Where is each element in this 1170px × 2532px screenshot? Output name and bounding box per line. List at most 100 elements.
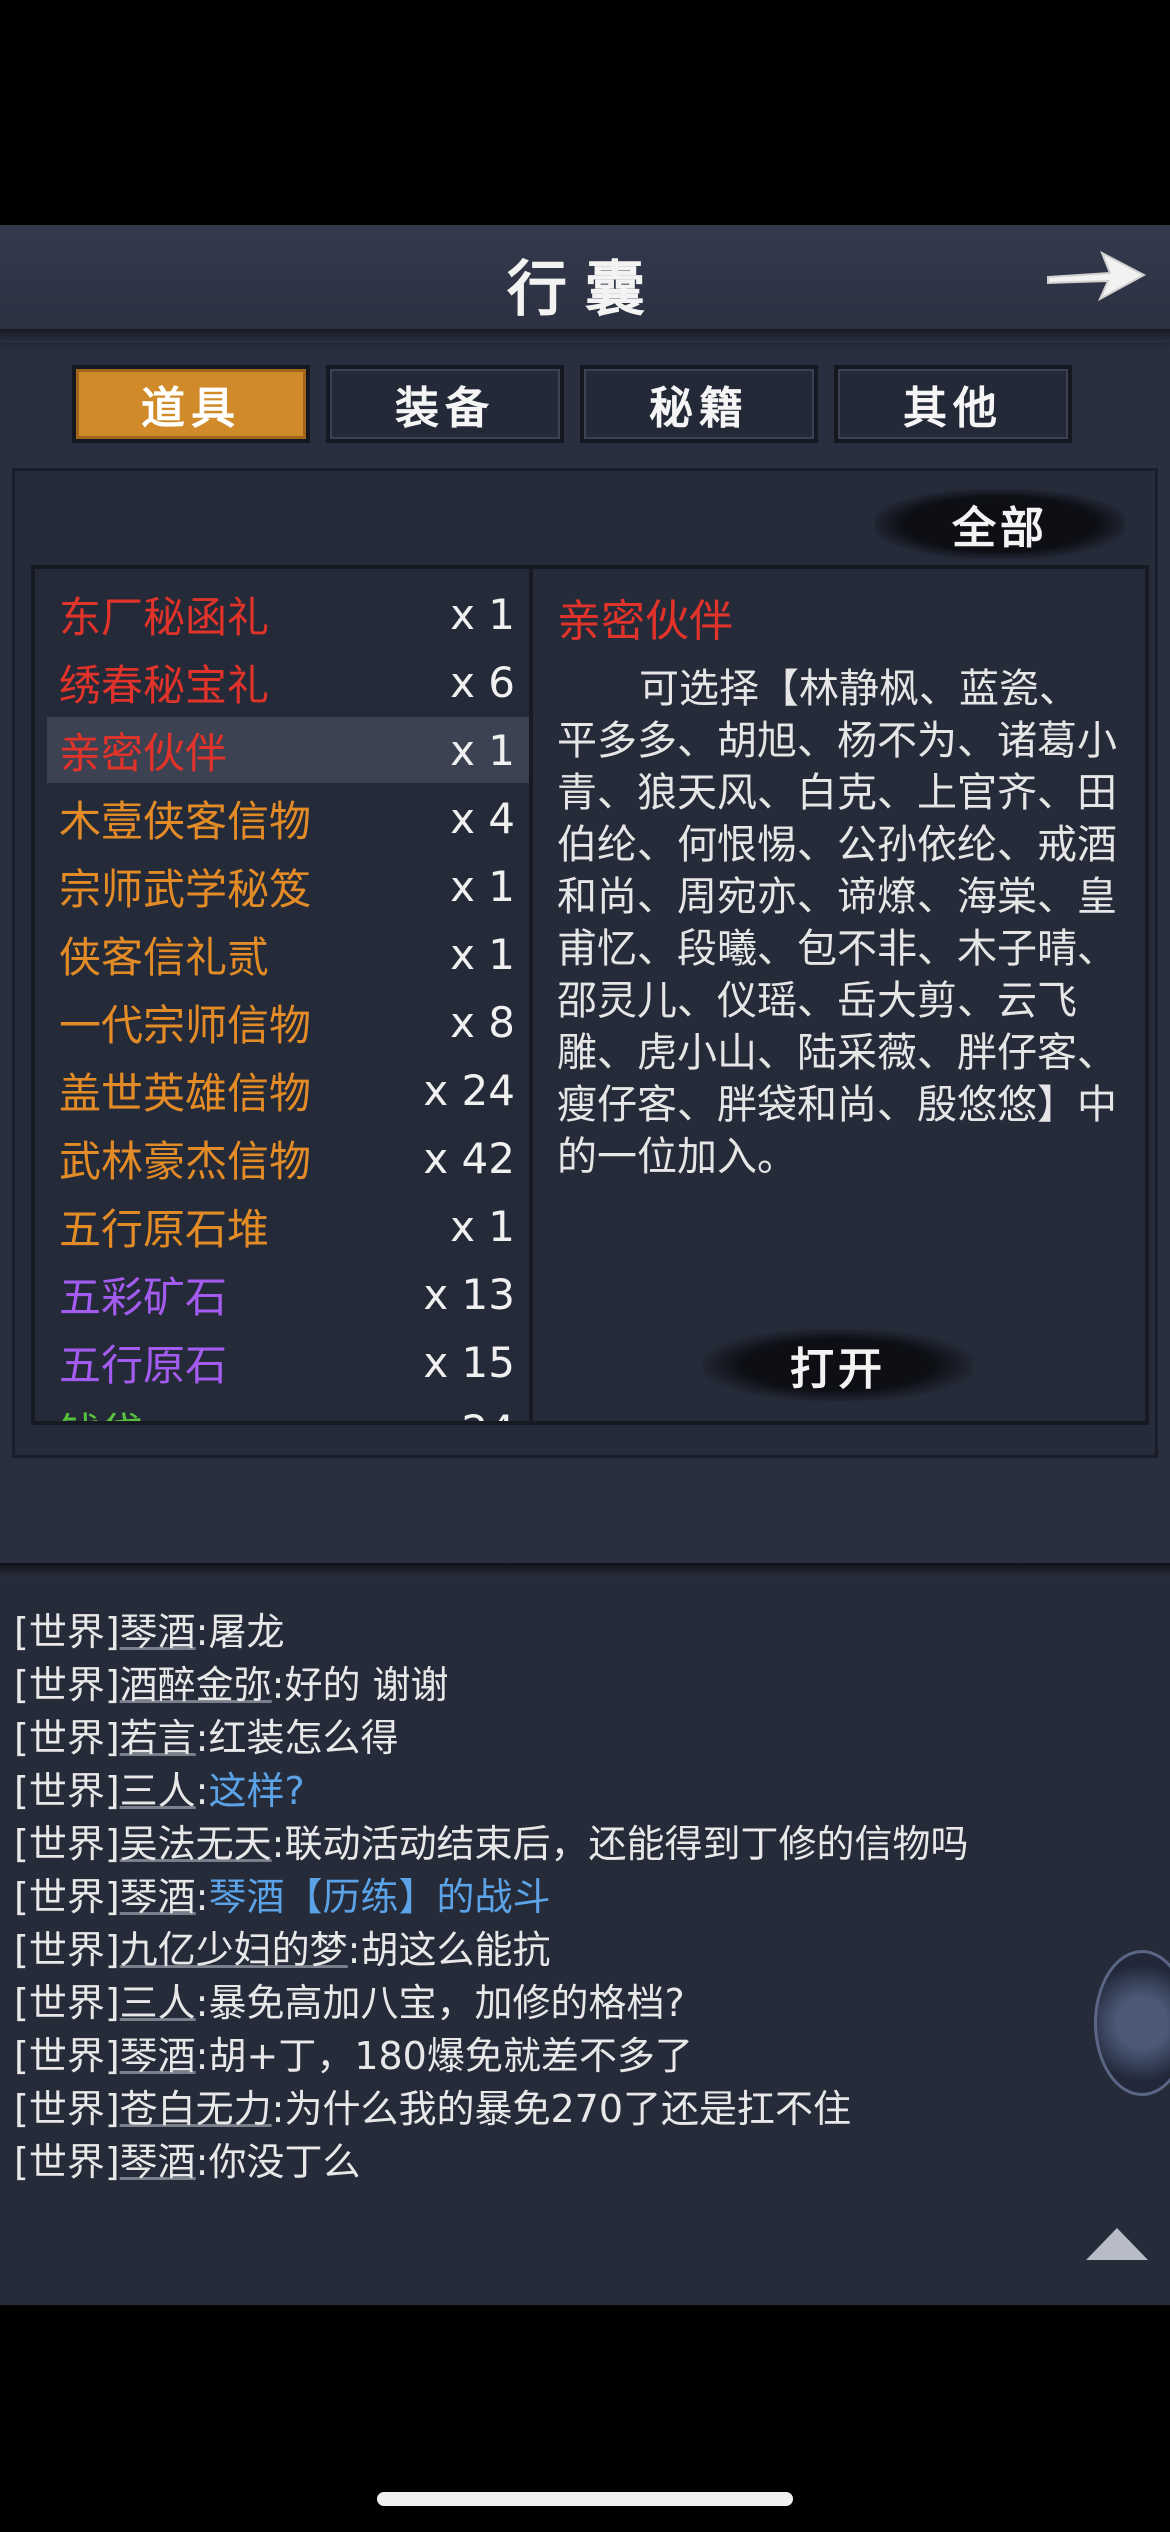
chat-message[interactable]: [世界]若言:红装怎么得 <box>14 1707 399 1760</box>
chat-text: : <box>195 1769 209 1813</box>
chat-sender[interactable]: 琴酒 <box>120 1875 196 1919</box>
chat-channel: [世界] <box>14 1822 120 1866</box>
chat-panel[interactable]: [世界]琴酒:屠龙 [世界]酒醉金弥:好的 谢谢 [世界]若言:红装怎么得 [世界]三… <box>0 1577 1170 2305</box>
list-item[interactable]: 五行原石 x 15 <box>47 1329 529 1395</box>
triangle-up-icon[interactable] <box>1082 2224 1152 2264</box>
item-count: x 1 <box>450 1201 515 1251</box>
item-name: 东厂秘函礼 <box>59 592 270 642</box>
inventory-screen: 行囊 道具 装备 秘籍 其他 全部 东厂秘函礼 x 1 绣春秘宝礼 x 6 亲密… <box>0 225 1170 2305</box>
chat-channel: [世界] <box>14 1663 120 1707</box>
item-count: x 4 <box>450 793 515 843</box>
chat-sender[interactable]: 苍白无力 <box>120 2087 272 2131</box>
chat-message[interactable]: [世界]九亿少妇的梦:胡这么能抗 <box>14 1919 551 1972</box>
list-item[interactable]: 东厂秘函礼 x 1 <box>47 581 529 647</box>
chat-text: : <box>195 1875 209 1919</box>
page-title: 行囊 <box>507 255 663 325</box>
header-divider <box>0 329 1170 343</box>
list-item[interactable]: 盖世英雄信物 x 24 <box>47 1057 529 1123</box>
list-item[interactable]: 宗师武学秘笈 x 1 <box>47 853 529 919</box>
chat-message[interactable]: [世界]琴酒:琴酒【历练】的战斗 <box>14 1866 551 1919</box>
chat-text: :暴免高加八宝，加修的格档? <box>195 1981 685 2025</box>
list-item-selected[interactable]: 亲密伙伴 x 1 <box>47 717 529 783</box>
item-count: x 8 <box>450 997 515 1047</box>
item-count: x 15 <box>423 1337 515 1387</box>
chat-sender[interactable]: 三人 <box>120 1981 196 2025</box>
list-item[interactable]: 五彩矿石 x 13 <box>47 1261 529 1327</box>
item-name: 武林豪杰信物 <box>59 1136 312 1186</box>
chat-channel: [世界] <box>14 1981 120 2025</box>
chat-message[interactable]: [世界]三人:暴免高加八宝，加修的格档? <box>14 1972 685 2025</box>
detail-description: 可选择【林静枫、蓝瓷、平多多、胡旭、杨不为、诸葛小青、狼天风、白克、上官齐、田伯… <box>557 666 1117 1180</box>
arrow-right-icon[interactable] <box>1040 239 1150 309</box>
list-item[interactable]: 五行原石堆 x 1 <box>47 1193 529 1259</box>
tab-equipment[interactable]: 装备 <box>326 365 564 443</box>
chat-sender[interactable]: 琴酒 <box>120 2140 196 2184</box>
list-item[interactable]: 钱袋 x 24 <box>47 1397 529 1422</box>
chat-text: :好的 谢谢 <box>271 1663 449 1707</box>
chat-text: :胡+丁，180爆免就差不多了 <box>195 2034 693 2078</box>
chat-message[interactable]: [世界]琴酒:你没丁么 <box>14 2131 361 2184</box>
tab-items[interactable]: 道具 <box>72 365 310 443</box>
chat-sender[interactable]: 吴法无天 <box>120 1822 272 1866</box>
item-name: 盖世英雄信物 <box>59 1068 312 1118</box>
item-count: x 42 <box>423 1133 515 1183</box>
chat-sender[interactable]: 琴酒 <box>120 2034 196 2078</box>
chat-text: :红装怎么得 <box>195 1716 399 1760</box>
category-tabs: 道具 装备 秘籍 其他 <box>72 365 1072 447</box>
item-name: 木壹侠客信物 <box>59 796 312 846</box>
item-count: x 1 <box>450 861 515 911</box>
chat-channel: [世界] <box>14 2087 120 2131</box>
list-item[interactable]: 木壹侠客信物 x 4 <box>47 785 529 851</box>
filter-all-button[interactable]: 全部 <box>875 489 1125 559</box>
chat-sender[interactable]: 三人 <box>120 1769 196 1813</box>
chat-channel: [世界] <box>14 2140 120 2184</box>
item-list[interactable]: 东厂秘函礼 x 1 绣春秘宝礼 x 6 亲密伙伴 x 1 木壹侠客信物 x 4 … <box>31 565 533 1425</box>
chat-text: :胡这么能抗 <box>347 1928 551 1972</box>
tab-other[interactable]: 其他 <box>834 365 1072 443</box>
chat-link[interactable]: 这样? <box>208 1769 304 1813</box>
chat-channel: [世界] <box>14 2034 120 2078</box>
header: 行囊 <box>0 225 1170 335</box>
item-name: 五行原石堆 <box>59 1204 270 1254</box>
detail-title: 亲密伙伴 <box>557 596 733 647</box>
item-count: x 24 <box>423 1406 515 1422</box>
item-detail: 亲密伙伴 可选择【林静枫、蓝瓷、平多多、胡旭、杨不为、诸葛小青、狼天风、白克、上… <box>529 565 1149 1425</box>
chat-message[interactable]: [世界]酒醉金弥:好的 谢谢 <box>14 1654 449 1707</box>
chat-text: :你没丁么 <box>195 2140 361 2184</box>
chat-sender[interactable]: 九亿少妇的梦 <box>120 1928 348 1972</box>
chat-channel: [世界] <box>14 1610 120 1654</box>
chat-text: :联动活动结束后，还能得到丁修的信物吗 <box>271 1822 969 1866</box>
chat-message[interactable]: [世界]琴酒:胡+丁，180爆免就差不多了 <box>14 2025 693 2078</box>
home-indicator[interactable] <box>377 2492 793 2506</box>
item-count: x 24 <box>423 1065 515 1115</box>
item-name: 钱袋 <box>59 1400 143 1422</box>
chat-text: :屠龙 <box>195 1610 285 1654</box>
list-item[interactable]: 一代宗师信物 x 8 <box>47 989 529 1055</box>
item-name: 宗师武学秘笈 <box>59 864 312 914</box>
chat-sender[interactable]: 琴酒 <box>120 1610 196 1654</box>
chat-link[interactable]: 琴酒【历练】的战斗 <box>208 1875 550 1919</box>
chat-message[interactable]: [世界]三人:这样? <box>14 1760 305 1813</box>
open-button[interactable]: 打开 <box>703 1329 973 1401</box>
chat-message[interactable]: [世界]苍白无力:为什么我的暴免270了还是扛不住 <box>14 2078 852 2131</box>
chat-divider <box>0 1563 1170 1577</box>
list-item[interactable]: 侠客信礼贰 x 1 <box>47 921 529 987</box>
chat-message[interactable]: [世界]琴酒:屠龙 <box>14 1601 285 1654</box>
chat-sender[interactable]: 若言 <box>120 1716 196 1760</box>
chat-channel: [世界] <box>14 1769 120 1813</box>
chat-message[interactable]: [世界]吴法无天:联动活动结束后，还能得到丁修的信物吗 <box>14 1813 969 1866</box>
item-name: 一代宗师信物 <box>59 1000 312 1050</box>
chat-sender[interactable]: 酒醉金弥 <box>120 1663 272 1707</box>
item-count: x 1 <box>450 725 515 775</box>
item-count: x 1 <box>450 929 515 979</box>
item-name: 亲密伙伴 <box>59 728 228 778</box>
item-name: 绣春秘宝礼 <box>59 660 270 710</box>
item-count: x 13 <box>423 1269 515 1319</box>
item-name: 五行原石 <box>59 1340 228 1390</box>
item-count: x 6 <box>450 657 515 707</box>
chat-channel: [世界] <box>14 1928 120 1972</box>
list-item[interactable]: 绣春秘宝礼 x 6 <box>47 649 529 715</box>
tab-manuals[interactable]: 秘籍 <box>580 365 818 443</box>
chat-text: :为什么我的暴免270了还是扛不住 <box>271 2087 852 2131</box>
list-item[interactable]: 武林豪杰信物 x 42 <box>47 1125 529 1191</box>
